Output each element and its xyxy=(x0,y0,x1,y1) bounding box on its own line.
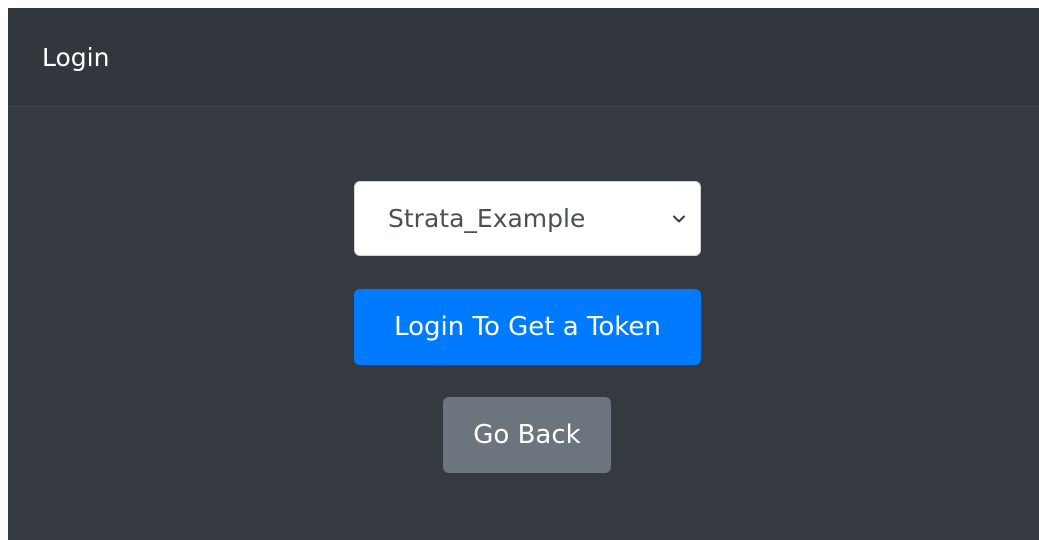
page-title: Login xyxy=(42,43,110,72)
login-panel: Strata_Example Login To Get a Token Go B… xyxy=(8,107,1039,540)
account-select-value: Strata_Example xyxy=(388,204,586,233)
page-header: Login xyxy=(8,8,1039,107)
go-back-button[interactable]: Go Back xyxy=(443,397,611,473)
app-frame: Login Strata_Example Login To Get a Toke… xyxy=(8,8,1039,540)
login-button[interactable]: Login To Get a Token xyxy=(354,289,701,365)
chevron-down-icon xyxy=(672,211,686,225)
account-select[interactable]: Strata_Example xyxy=(354,181,701,256)
